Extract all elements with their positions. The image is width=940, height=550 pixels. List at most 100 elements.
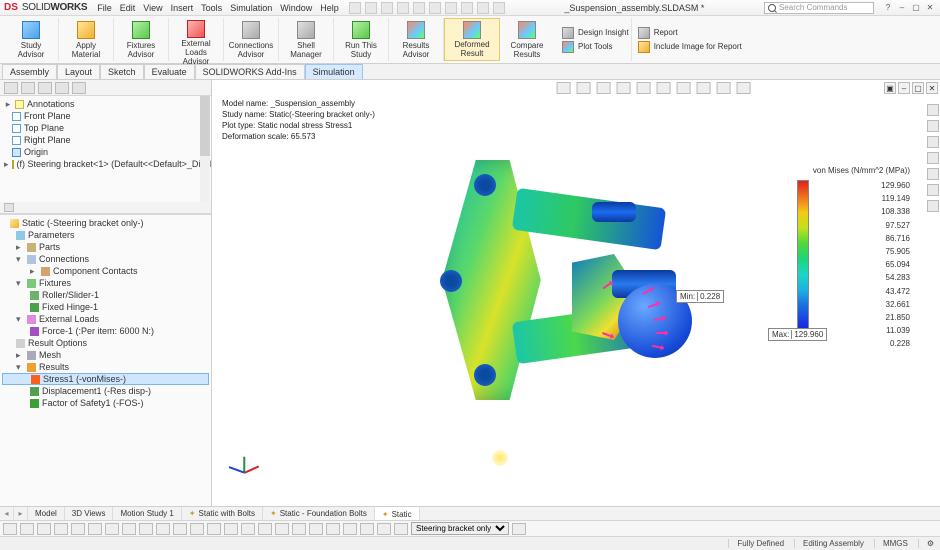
scrollbar-thumb[interactable] — [200, 96, 210, 156]
qat-open-icon[interactable] — [365, 2, 377, 14]
ribbon-external-loads-advisor-button[interactable]: External Loads Advisor — [169, 18, 224, 61]
active-study-select[interactable]: Steering bracket only — [411, 522, 509, 535]
tab-sketch[interactable]: Sketch — [100, 64, 144, 79]
fm-tab-config-manager-icon[interactable] — [38, 82, 52, 94]
fm-tab-display-manager-icon[interactable] — [72, 82, 86, 94]
cmd-icon[interactable] — [224, 523, 238, 535]
taskpane-custom-props-icon[interactable] — [927, 184, 939, 196]
feature-tree-item[interactable]: Origin — [2, 146, 209, 158]
close-icon[interactable]: ✕ — [924, 2, 936, 14]
tab-layout[interactable]: Layout — [57, 64, 100, 79]
sim-tree-results[interactable]: ▾Results — [2, 361, 209, 373]
expand-toggle-icon[interactable]: ▾ — [16, 314, 24, 325]
expand-toggle-icon[interactable]: ▾ — [16, 362, 24, 373]
plot-tools-button[interactable]: Plot Tools — [562, 41, 629, 53]
taskpane-resources-icon[interactable] — [927, 104, 939, 116]
prev-view-icon[interactable] — [597, 82, 611, 94]
tab-evaluate[interactable]: Evaluate — [144, 64, 195, 79]
cmd-icon[interactable] — [3, 523, 17, 535]
cmd-icon[interactable] — [37, 523, 51, 535]
tabs-scroll-left[interactable]: ◂ — [0, 507, 14, 520]
cmd-icon[interactable] — [360, 523, 374, 535]
cmd-icon[interactable] — [326, 523, 340, 535]
display-style-icon[interactable] — [657, 82, 671, 94]
cmd-icon[interactable] — [207, 523, 221, 535]
sim-tree-fixtures[interactable]: ▾Fixtures — [2, 277, 209, 289]
menu-tools[interactable]: Tools — [201, 3, 222, 13]
cmd-icon[interactable] — [377, 523, 391, 535]
tab-simulation[interactable]: Simulation — [305, 64, 363, 79]
ribbon-study-advisor-button[interactable]: Study Advisor — [4, 18, 59, 61]
feature-tree-item[interactable]: Front Plane — [2, 110, 209, 122]
cmd-icon[interactable] — [105, 523, 119, 535]
cmd-icon[interactable] — [275, 523, 289, 535]
qat-new-icon[interactable] — [349, 2, 361, 14]
feature-tree-item[interactable]: Top Plane — [2, 122, 209, 134]
cmd-icon[interactable] — [20, 523, 34, 535]
ribbon-apply-material-button[interactable]: Apply Material — [59, 18, 114, 61]
sim-tree-factor-of-safety-fos[interactable]: Factor of Safety1 (-FOS-) — [2, 397, 209, 409]
fm-tab-feature-tree-icon[interactable] — [4, 82, 18, 94]
ribbon-run-this-study-button[interactable]: Run This Study — [334, 18, 389, 61]
qat-print-icon[interactable] — [397, 2, 409, 14]
edit-appearance-icon[interactable] — [697, 82, 711, 94]
ribbon-shell-manager-button[interactable]: Shell Manager — [279, 18, 334, 61]
bottom-tab-motion-study-[interactable]: Motion Study 1 — [113, 507, 181, 520]
hide-show-icon[interactable] — [677, 82, 691, 94]
design-insight-button[interactable]: Design Insight — [562, 27, 629, 39]
taskpane-design-library-icon[interactable] — [927, 120, 939, 132]
tab-assembly[interactable]: Assembly — [2, 64, 57, 79]
qat-select-icon[interactable] — [445, 2, 457, 14]
ribbon-fixtures-advisor-button[interactable]: Fixtures Advisor — [114, 18, 169, 61]
feature-tree-item[interactable]: Right Plane — [2, 134, 209, 146]
cmd-icon[interactable] — [241, 523, 255, 535]
bottom-tab-static-foundation-bolts[interactable]: ✦Static - Foundation Bolts — [263, 507, 375, 520]
orientation-triad[interactable] — [232, 452, 268, 488]
qat-undo-icon[interactable] — [413, 2, 425, 14]
sim-tree-fixed-hinge[interactable]: Fixed Hinge-1 — [2, 301, 209, 313]
cmd-icon[interactable] — [54, 523, 68, 535]
graphics-viewport[interactable]: ▣ – ▢ ✕ Model name: _Suspension_assembly… — [212, 80, 940, 506]
taskpane-appearances-icon[interactable] — [927, 168, 939, 180]
cmd-icon[interactable] — [156, 523, 170, 535]
expand-toggle-icon[interactable]: ▸ — [4, 159, 9, 170]
apply-scene-icon[interactable] — [717, 82, 731, 94]
sim-tree-parts[interactable]: ▸Parts — [2, 241, 209, 253]
view-orientation-icon[interactable] — [637, 82, 651, 94]
cmd-icon[interactable] — [71, 523, 85, 535]
view-settings-icon[interactable] — [737, 82, 751, 94]
menu-simulation[interactable]: Simulation — [230, 3, 272, 13]
help-icon[interactable]: ? — [882, 2, 894, 14]
bottom-tab-static[interactable]: ✦Static — [375, 507, 420, 520]
ribbon-connections-advisor-button[interactable]: Connections Advisor — [224, 18, 279, 61]
bottom-tab-static-with-bolts[interactable]: ✦Static with Bolts — [182, 507, 263, 520]
sim-tree-result-options[interactable]: Result Options — [2, 337, 209, 349]
qat-options-icon[interactable] — [477, 2, 489, 14]
minimize-icon[interactable]: – — [896, 2, 908, 14]
expand-toggle-icon[interactable]: ▸ — [4, 99, 12, 110]
vp-collapse-icon[interactable]: ▣ — [884, 82, 896, 94]
section-view-icon[interactable] — [617, 82, 631, 94]
qat-rebuild-icon[interactable] — [461, 2, 473, 14]
cmd-icon[interactable] — [139, 523, 153, 535]
taskpane-file-explorer-icon[interactable] — [927, 136, 939, 148]
taskpane-forum-icon[interactable] — [927, 200, 939, 212]
sim-tree-mesh[interactable]: ▸Mesh — [2, 349, 209, 361]
result-model[interactable] — [442, 160, 702, 420]
qat-save-icon[interactable] — [381, 2, 393, 14]
vp-maximize-icon[interactable]: ▢ — [912, 82, 924, 94]
filter-icon[interactable] — [4, 203, 14, 212]
fm-tab-dimxpert-icon[interactable] — [55, 82, 69, 94]
sim-tree-external-loads[interactable]: ▾External Loads — [2, 313, 209, 325]
cmd-icon[interactable] — [190, 523, 204, 535]
cmd-icon[interactable] — [309, 523, 323, 535]
menu-edit[interactable]: Edit — [120, 3, 136, 13]
sim-tree-connections[interactable]: ▾Connections — [2, 253, 209, 265]
expand-toggle-icon[interactable]: ▸ — [16, 350, 24, 361]
min-callout[interactable]: Min: 0.228 — [676, 290, 724, 303]
feature-tree-scrollbar[interactable] — [200, 96, 210, 202]
menu-insert[interactable]: Insert — [171, 3, 194, 13]
cmd-icon[interactable] — [394, 523, 408, 535]
cmd-icon[interactable] — [88, 523, 102, 535]
vp-minimize-icon[interactable]: – — [898, 82, 910, 94]
